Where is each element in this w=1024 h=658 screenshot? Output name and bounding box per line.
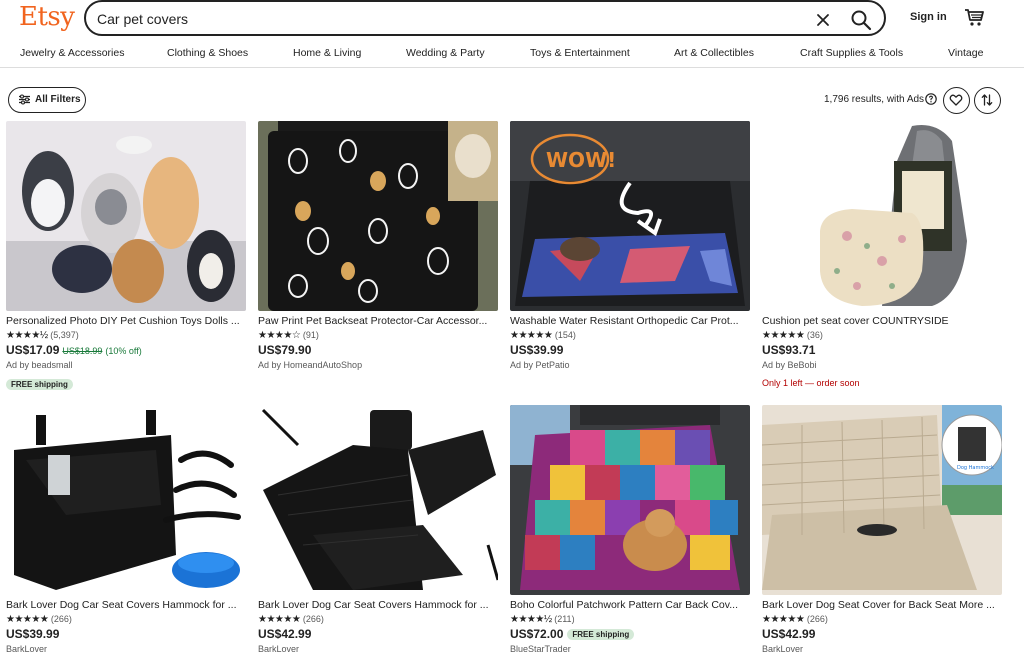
listing-title[interactable]: Cushion pet seat cover COUNTRYSIDE <box>762 315 1002 327</box>
listing-image[interactable]: WOW! <box>510 121 750 311</box>
clear-search-icon[interactable] <box>813 10 833 30</box>
info-icon[interactable] <box>925 93 937 105</box>
listing-price-row: US$42.99 <box>762 627 815 641</box>
listing-price: US$42.99 <box>762 627 816 641</box>
shop-name[interactable]: Ad by HomeandAutoShop <box>258 360 362 370</box>
listing-image[interactable] <box>762 121 1002 311</box>
badge-row: FREE shipping <box>6 374 73 392</box>
site-header: Etsy Sign in <box>0 0 1024 36</box>
wow-overlay-text: WOW! <box>546 148 616 172</box>
category-wedding[interactable]: Wedding & Party <box>406 47 485 59</box>
search-bar <box>84 0 886 36</box>
listing-price: US$42.99 <box>258 627 312 641</box>
listing-rating: ★★★★★ (266) <box>258 614 324 625</box>
listing-price-row: US$93.71 <box>762 343 815 357</box>
listing-title[interactable]: Washable Water Resistant Orthopedic Car … <box>510 315 750 327</box>
review-count: (154) <box>554 330 576 340</box>
star-rating-icon: ★★★★½ <box>510 614 552 625</box>
star-rating-icon: ★★★★★ <box>762 330 805 341</box>
free-shipping-badge: FREE shipping <box>567 629 635 640</box>
listing-price-row: US$42.99 <box>258 627 311 641</box>
listing-price-row: US$39.99 <box>510 343 563 357</box>
listing-rating: ★★★★☆ (91) <box>258 330 319 341</box>
listing-rating: ★★★★½ (211) <box>510 614 575 625</box>
listing-image[interactable] <box>258 405 498 595</box>
listing-price-row: US$79.90 <box>258 343 311 357</box>
listing-rating: ★★★★★ (154) <box>510 330 576 341</box>
category-toys[interactable]: Toys & Entertainment <box>530 47 630 59</box>
review-count: (91) <box>302 330 319 340</box>
sort-button[interactable] <box>974 87 1001 114</box>
listing-price: US$93.71 <box>762 343 816 357</box>
category-jewelry[interactable]: Jewelry & Accessories <box>20 47 124 59</box>
favorite-search-button[interactable] <box>943 87 970 114</box>
original-price: US$18.99 <box>62 346 103 356</box>
listing-image[interactable]: Dog Hammock <box>762 405 1002 595</box>
shop-name[interactable]: Ad by PetPatio <box>510 360 570 370</box>
category-vintage[interactable]: Vintage <box>948 47 983 59</box>
listing-image[interactable] <box>258 121 498 311</box>
listing-image[interactable] <box>6 405 246 595</box>
listing-price-row: US$72.00 FREE shipping <box>510 627 635 641</box>
shop-name[interactable]: Ad by beadsmall <box>6 360 73 370</box>
discount-label: (10% off) <box>105 346 142 356</box>
listing-price: US$39.99 <box>510 343 564 357</box>
sign-in-link[interactable]: Sign in <box>910 11 947 23</box>
category-art[interactable]: Art & Collectibles <box>674 47 754 59</box>
listing-title[interactable]: Paw Print Pet Backseat Protector-Car Acc… <box>258 315 498 327</box>
review-count: (266) <box>50 614 72 624</box>
listing-price: US$17.09 <box>6 343 60 357</box>
listing-price-row: US$39.99 <box>6 627 59 641</box>
listing-price: US$72.00 <box>510 627 564 641</box>
review-count: (266) <box>302 614 324 624</box>
all-filters-button[interactable]: All Filters <box>8 87 86 113</box>
category-clothing[interactable]: Clothing & Shoes <box>167 47 248 59</box>
sort-arrows-icon <box>981 94 993 106</box>
listing-image[interactable] <box>510 405 750 595</box>
listing-rating: ★★★★½ (5,397) <box>6 330 79 341</box>
review-count: (266) <box>806 614 828 624</box>
listing-price: US$39.99 <box>6 627 60 641</box>
cart-icon[interactable] <box>964 7 984 27</box>
star-rating-icon: ★★★★☆ <box>258 330 301 341</box>
listing-title[interactable]: Bark Lover Dog Car Seat Covers Hammock f… <box>258 599 498 611</box>
review-count: (5,397) <box>50 330 79 340</box>
shop-name[interactable]: BarkLover <box>762 644 803 654</box>
filter-sliders-icon <box>19 94 30 105</box>
star-rating-icon: ★★★★½ <box>6 330 48 341</box>
free-shipping-badge: FREE shipping <box>6 379 73 390</box>
results-count: 1,796 results, with Ads <box>824 94 925 105</box>
listing-rating: ★★★★★ (36) <box>762 330 823 341</box>
search-icon[interactable] <box>850 9 872 31</box>
listing-rating: ★★★★★ (266) <box>6 614 72 625</box>
star-rating-icon: ★★★★★ <box>510 330 553 341</box>
search-input[interactable] <box>97 8 797 30</box>
listing-title[interactable]: Bark Lover Dog Seat Cover for Back Seat … <box>762 599 1002 611</box>
listing-title[interactable]: Boho Colorful Patchwork Pattern Car Back… <box>510 599 750 611</box>
listing-title[interactable]: Bark Lover Dog Car Seat Covers Hammock f… <box>6 599 246 611</box>
category-craft[interactable]: Craft Supplies & Tools <box>800 47 903 59</box>
listing-rating: ★★★★★ (266) <box>762 614 828 625</box>
dog-hammock-overlay-text: Dog Hammock <box>957 465 994 471</box>
star-rating-icon: ★★★★★ <box>762 614 805 625</box>
listing-price: US$79.90 <box>258 343 312 357</box>
listing-title[interactable]: Personalized Photo DIY Pet Cushion Toys … <box>6 315 246 327</box>
heart-icon <box>949 94 963 106</box>
star-rating-icon: ★★★★★ <box>258 614 301 625</box>
review-count: (211) <box>554 614 575 624</box>
star-rating-icon: ★★★★★ <box>6 614 49 625</box>
all-filters-label: All Filters <box>35 94 81 105</box>
listing-image[interactable] <box>6 121 246 311</box>
shop-name[interactable]: BarkLover <box>258 644 299 654</box>
shop-name[interactable]: BlueStarTrader <box>510 644 571 654</box>
category-home[interactable]: Home & Living <box>293 47 361 59</box>
shop-name[interactable]: BarkLover <box>6 644 47 654</box>
shop-name[interactable]: Ad by BeBobi <box>762 360 817 370</box>
category-nav: Jewelry & Accessories Clothing & Shoes H… <box>0 46 1024 68</box>
review-count: (36) <box>806 330 823 340</box>
listing-price-row: US$17.09 US$18.99 (10% off) <box>6 343 142 357</box>
stock-urgency-note: Only 1 left — order soon <box>762 378 860 388</box>
etsy-logo[interactable]: Etsy <box>19 2 75 32</box>
